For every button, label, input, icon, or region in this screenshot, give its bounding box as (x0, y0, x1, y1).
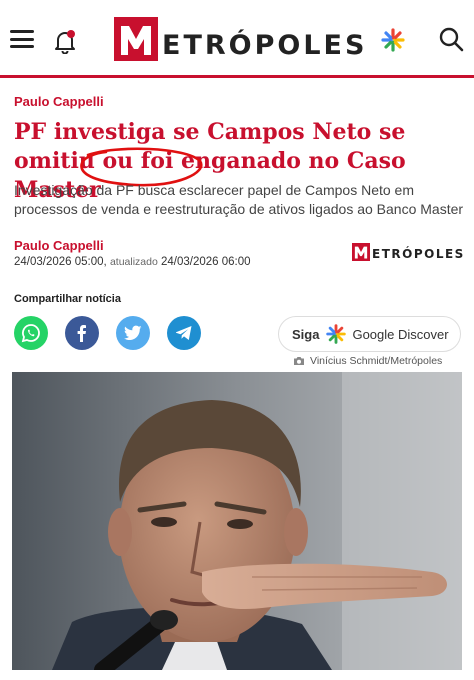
article-dates: 24/03/2026 05:00, atualizado 24/03/2026 … (14, 256, 251, 268)
facebook-icon (77, 325, 86, 342)
published-date: 24/03/2026 05:00, (14, 256, 107, 268)
updated-label: atualizado (109, 256, 158, 268)
article-kicker[interactable]: Paulo Cappelli (14, 94, 104, 109)
twitter-share-button[interactable] (116, 316, 150, 350)
updated-date: 24/03/2026 06:00 (161, 256, 251, 268)
photo-credit: Vinícius Schmidt/Metrópoles (293, 355, 442, 367)
facebook-share-button[interactable] (65, 316, 99, 350)
logo-text: ETRÓPOLES (162, 30, 368, 61)
article-photo[interactable] (12, 372, 462, 670)
whatsapp-share-button[interactable] (14, 316, 48, 350)
google-discover-button[interactable]: Siga Google Discover (278, 316, 461, 352)
bell-icon[interactable] (52, 28, 78, 54)
menu-icon[interactable] (10, 30, 34, 48)
article-photo-image (12, 372, 462, 670)
google-star-icon (326, 324, 347, 344)
author-name[interactable]: Paulo Cappelli (14, 238, 104, 253)
whatsapp-icon (21, 324, 40, 343)
discover-siga-label: Siga (292, 326, 320, 342)
mini-logo-text: ETRÓPOLES (372, 247, 465, 261)
site-header: ETRÓPOLES (0, 0, 474, 78)
article-subhead: Investigação da PF busca esclarecer pape… (14, 182, 464, 217)
telegram-icon (176, 326, 192, 340)
share-label: Compartilhar notícia (14, 293, 121, 305)
logo-m-mark (114, 17, 158, 61)
share-buttons (14, 316, 218, 350)
google-star-icon[interactable] (381, 28, 405, 52)
byline-logo: ETRÓPOLES (352, 243, 465, 261)
telegram-share-button[interactable] (167, 316, 201, 350)
camera-icon (294, 357, 304, 365)
photo-credit-text: Vinícius Schmidt/Metrópoles (310, 355, 443, 367)
twitter-icon (124, 325, 142, 341)
mini-logo-m-mark (352, 243, 370, 261)
discover-label: Google Discover (352, 326, 449, 342)
search-icon[interactable] (438, 26, 464, 52)
site-logo[interactable]: ETRÓPOLES (114, 17, 367, 61)
